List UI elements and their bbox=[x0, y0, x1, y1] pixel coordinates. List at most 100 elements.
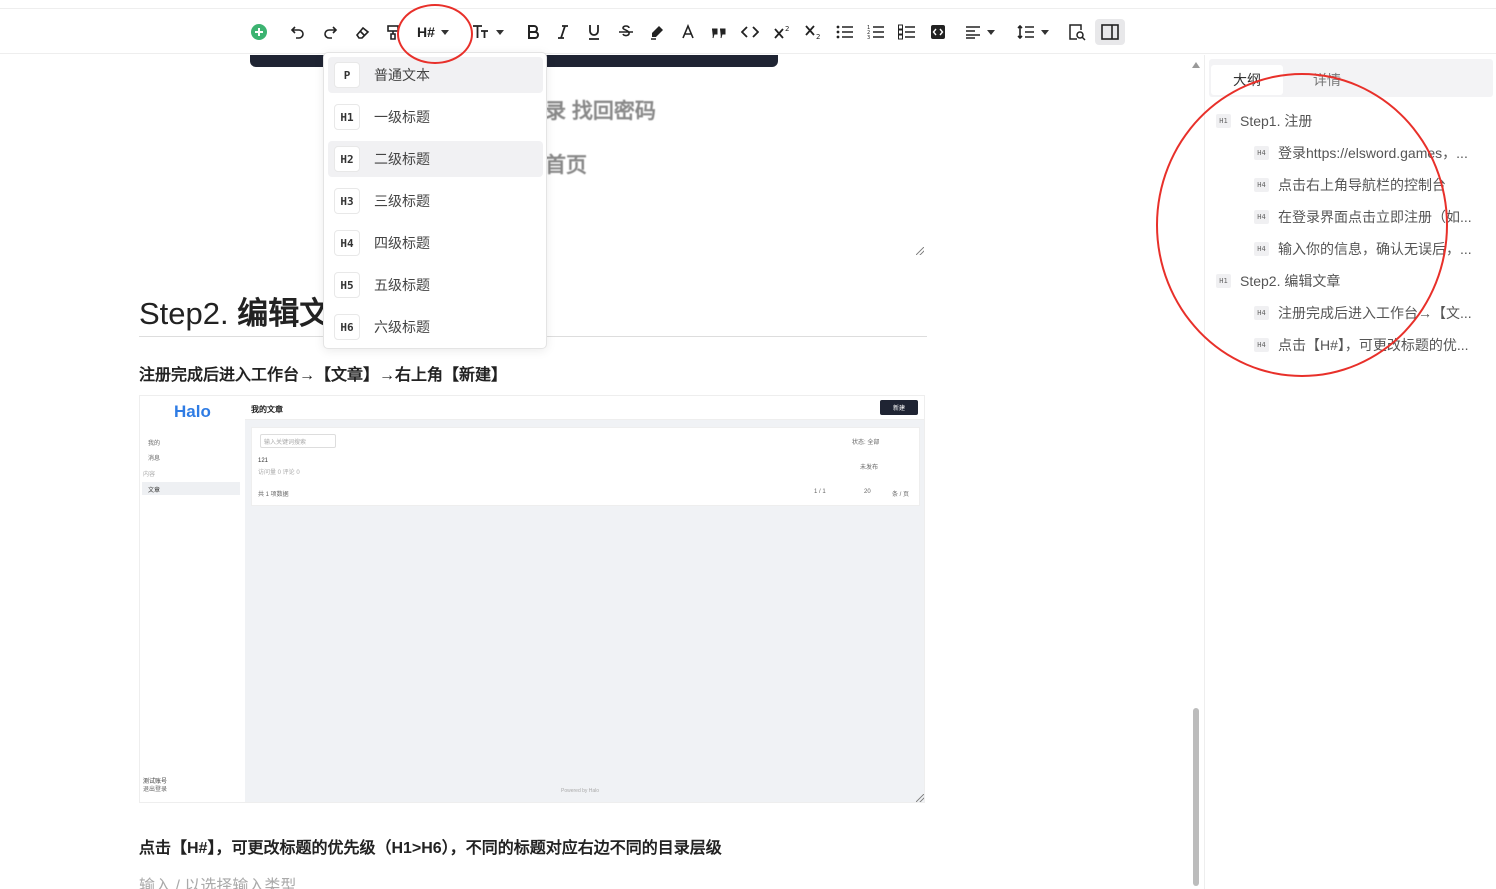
code-button[interactable] bbox=[740, 19, 760, 45]
menu-item-paragraph[interactable]: P 普通文本 bbox=[328, 57, 543, 93]
ordered-list-button[interactable]: 123 bbox=[866, 19, 886, 45]
code-block-icon bbox=[931, 25, 945, 39]
image-partial-text: 录 找回密码 bbox=[545, 100, 656, 123]
bullet-list-button[interactable] bbox=[835, 19, 855, 45]
outline-level-badge: H4 bbox=[1254, 338, 1269, 352]
paint-roller-icon bbox=[387, 25, 399, 40]
code-block-button[interactable] bbox=[928, 19, 948, 45]
outline-item-h4[interactable]: H4 点击【H#】，可更改标题的优... bbox=[1254, 335, 1486, 355]
outline-item-text: 点击右上角导航栏的控制台 bbox=[1278, 177, 1446, 193]
heading-step2[interactable]: Step2. 编辑文 bbox=[139, 288, 330, 333]
tab-details[interactable]: 详情 bbox=[1291, 65, 1363, 95]
heading-button[interactable]: H# bbox=[410, 19, 456, 45]
outline-level-badge: H1 bbox=[1216, 114, 1231, 128]
outline-level-badge: H1 bbox=[1216, 274, 1231, 288]
outline-item-text: 注册完成后进入工作台→【文... bbox=[1278, 305, 1472, 321]
search-icon bbox=[1069, 24, 1086, 41]
menu-badge: H4 bbox=[334, 230, 360, 256]
undo-button[interactable] bbox=[288, 19, 308, 45]
shot-card: 输入关键词搜索 状态: 全部 121 访问量 0 评论 0 未发布 共 1 项数… bbox=[251, 427, 920, 506]
svg-text:2: 2 bbox=[785, 25, 789, 33]
shot-header: 我的文章 bbox=[245, 396, 924, 420]
heading-dropdown-menu: P 普通文本 H1 一级标题 H2 二级标题 H3 三级标题 H4 四级标题 H… bbox=[323, 52, 547, 349]
shot-row-meta: 访问量 0 评论 0 bbox=[258, 470, 300, 476]
menu-badge: H3 bbox=[334, 188, 360, 214]
line-height-button[interactable] bbox=[1013, 19, 1053, 45]
outline-item-h1[interactable]: H1 Step2. 编辑文章 bbox=[1216, 271, 1486, 291]
italic-button[interactable] bbox=[554, 19, 572, 45]
superscript-button[interactable]: 2 bbox=[773, 19, 793, 45]
editor-content[interactable]: 录 找回密码 首页 Step2. 编辑文 注册完成后进入工作台→【文章】→右上角… bbox=[0, 55, 1204, 889]
redo-button[interactable] bbox=[320, 19, 340, 45]
outline-item-h4[interactable]: H4 在登录界面点击立即注册（如... bbox=[1254, 207, 1486, 227]
shot-pager: 1 / 1 bbox=[814, 489, 826, 495]
font-size-button[interactable] bbox=[468, 19, 508, 45]
menu-label: 五级标题 bbox=[374, 277, 430, 293]
add-block-button[interactable] bbox=[249, 19, 269, 45]
shot-sidebar: Halo 我的 消息 内容 文章 测试账号 退出登录 bbox=[140, 396, 244, 802]
outline-item-text: 登录https://elsword.games，... bbox=[1278, 145, 1468, 161]
quote-icon bbox=[712, 28, 726, 39]
outline-level-badge: H4 bbox=[1254, 146, 1269, 160]
menu-label: 普通文本 bbox=[374, 67, 430, 83]
menu-label: 六级标题 bbox=[374, 319, 430, 335]
menu-label: 二级标题 bbox=[374, 151, 430, 167]
shot-side-section: 内容 bbox=[143, 472, 156, 478]
menu-item-h2[interactable]: H2 二级标题 bbox=[328, 141, 543, 177]
search-replace-button[interactable] bbox=[1067, 19, 1087, 45]
shot-row-status: 未发布 bbox=[860, 465, 879, 471]
menu-badge: H2 bbox=[334, 146, 360, 172]
shot-side-item: 文章 bbox=[148, 488, 161, 494]
outline-item-h4[interactable]: H4 点击右上角导航栏的控制台 bbox=[1254, 175, 1486, 195]
strikethrough-button[interactable] bbox=[617, 19, 635, 45]
menu-item-h5[interactable]: H5 五级标题 bbox=[328, 267, 543, 303]
chevron-down-icon bbox=[1041, 29, 1049, 35]
highlight-button[interactable] bbox=[648, 19, 666, 45]
heading-plain-part: Step2. bbox=[139, 296, 238, 331]
shot-page-size: 20 bbox=[864, 489, 871, 495]
image-resize-handle[interactable] bbox=[916, 794, 924, 802]
subscript-button[interactable]: 2 bbox=[804, 19, 824, 45]
menu-item-h3[interactable]: H3 三级标题 bbox=[328, 183, 543, 219]
toggle-sidebar-button[interactable] bbox=[1095, 19, 1125, 45]
outline-level-badge: H4 bbox=[1254, 306, 1269, 320]
align-button[interactable] bbox=[960, 19, 1000, 45]
subscript-icon: 2 bbox=[805, 25, 820, 40]
blockquote-button[interactable] bbox=[710, 19, 728, 45]
editor-scrollbar-thumb[interactable] bbox=[1193, 708, 1199, 886]
task-list-button[interactable] bbox=[897, 19, 917, 45]
shot-page-title: 我的文章 bbox=[251, 405, 283, 414]
halo-logo: Halo bbox=[174, 402, 211, 421]
outline-panel: 大纲 详情 H1 Step1. 注册 H4 登录https://elsword.… bbox=[1204, 55, 1496, 889]
embedded-screenshot[interactable]: Halo 我的 消息 内容 文章 测试账号 退出登录 我的文章 输入关键词搜索 … bbox=[139, 395, 925, 803]
outline-item-h1[interactable]: H1 Step1. 注册 bbox=[1216, 111, 1486, 131]
underline-button[interactable] bbox=[585, 19, 603, 45]
tab-outline[interactable]: 大纲 bbox=[1211, 65, 1283, 95]
outline-item-h4[interactable]: H4 登录https://elsword.games，... bbox=[1254, 143, 1486, 163]
text-size-icon bbox=[473, 25, 488, 38]
format-painter-button[interactable] bbox=[383, 19, 403, 45]
outline-item-h4[interactable]: H4 注册完成后进入工作台→【文... bbox=[1254, 303, 1486, 323]
outline-item-h4[interactable]: H4 输入你的信息，确认无误后，... bbox=[1254, 239, 1486, 259]
menu-label: 四级标题 bbox=[374, 235, 430, 251]
shot-side-item: 我的 bbox=[148, 441, 161, 447]
paragraph-register[interactable]: 注册完成后进入工作台→【文章】→右上角【新建】 bbox=[139, 361, 507, 385]
chevron-down-icon bbox=[440, 29, 449, 35]
menu-item-h1[interactable]: H1 一级标题 bbox=[328, 99, 543, 135]
menu-item-h6[interactable]: H6 六级标题 bbox=[328, 309, 543, 345]
image-resize-handle[interactable] bbox=[916, 247, 924, 255]
strikethrough-icon bbox=[619, 25, 633, 37]
menu-item-h4[interactable]: H4 四级标题 bbox=[328, 225, 543, 261]
editor-placeholder[interactable]: 输入 / 以选择输入类型 bbox=[139, 872, 296, 889]
shot-search-placeholder: 输入关键词搜索 bbox=[264, 440, 307, 446]
text-color-button[interactable] bbox=[679, 19, 697, 45]
scroll-up-arrow[interactable] bbox=[1192, 62, 1200, 68]
code-icon bbox=[741, 26, 759, 38]
bold-button[interactable] bbox=[524, 19, 542, 45]
clear-format-button[interactable] bbox=[352, 19, 372, 45]
paragraph-heading-tip[interactable]: 点击【H#】，可更改标题的优先级（H1>H6），不同的标题对应右边不同的目录层级 bbox=[139, 834, 722, 858]
shot-row-title: 121 bbox=[258, 458, 269, 464]
editor-toolbar: H# 2 2 123 bbox=[0, 8, 1496, 54]
menu-badge: H6 bbox=[334, 314, 360, 340]
checklist-icon bbox=[898, 24, 915, 40]
